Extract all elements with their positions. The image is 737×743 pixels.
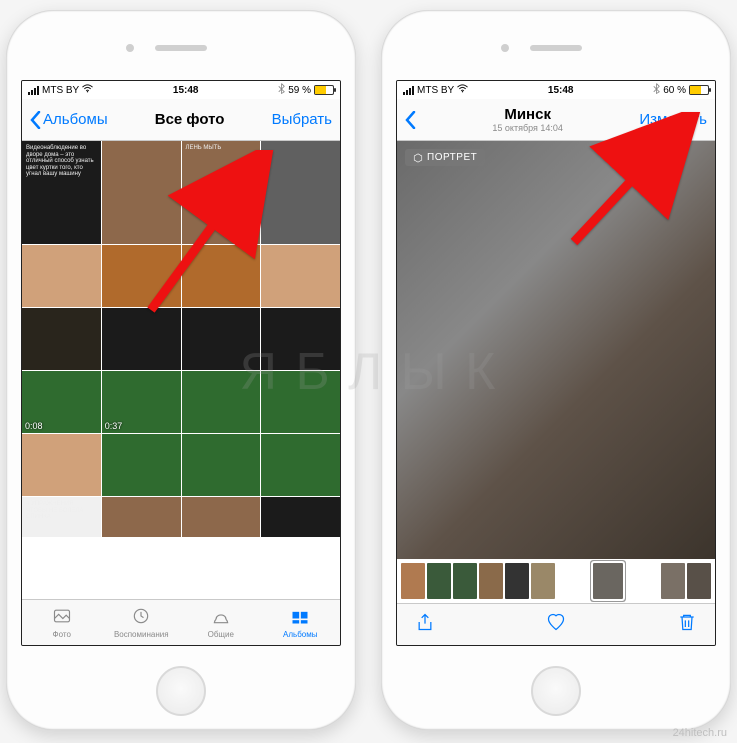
photo-thumbnail[interactable]: Видеонаблюдение во дворе дома – это отли… (22, 141, 101, 244)
select-button[interactable]: Выбрать (272, 111, 332, 128)
photo-thumbnail[interactable]: 4 УПРАЖНЕНИЯ, ЧТОБЫ НЕ БОЛЕЛА СПИНКА (22, 497, 101, 537)
shared-icon (211, 606, 231, 628)
tab-label: Воспоминания (114, 630, 169, 639)
signal-icon (403, 86, 414, 95)
battery-pct: 59 % (288, 85, 311, 96)
favorite-button[interactable] (546, 612, 566, 637)
memories-icon (131, 606, 151, 628)
screen-grid: MTS BY 15:48 59 % Альбомы Все фото (21, 80, 341, 646)
tab-photos[interactable]: Фото (22, 600, 102, 645)
speaker (155, 45, 207, 51)
bluetooth-icon (653, 83, 660, 97)
home-button[interactable] (531, 666, 581, 716)
status-bar: MTS BY 15:48 59 % (22, 81, 340, 99)
front-camera (501, 44, 509, 52)
tab-label: Общие (208, 630, 234, 639)
share-button[interactable] (415, 612, 435, 637)
photo-thumbnail[interactable] (261, 434, 340, 496)
video-duration: 0:08 (25, 421, 43, 431)
photo-thumbnail[interactable] (102, 308, 181, 370)
battery-icon (314, 85, 334, 95)
photo-thumbnail[interactable] (22, 434, 101, 496)
filmstrip-thumb[interactable] (531, 563, 555, 599)
nav-bar: Альбомы Все фото Выбрать (22, 99, 340, 141)
filmstrip-thumb[interactable] (401, 563, 425, 599)
photo-thumbnail[interactable] (261, 308, 340, 370)
edit-label: Изменить (639, 111, 707, 128)
video-duration: 0:37 (105, 421, 123, 431)
phone-left: MTS BY 15:48 59 % Альбомы Все фото (6, 10, 356, 730)
photo-thumbnail[interactable]: ЛЕНЬ МЫТЬ (182, 141, 261, 244)
tab-bar: Фото Воспоминания Общие Альбомы (22, 599, 340, 645)
clock: 15:48 (173, 85, 199, 96)
photo-thumbnail[interactable] (261, 141, 340, 244)
photo-thumbnail[interactable] (102, 497, 181, 537)
filmstrip[interactable] (397, 559, 715, 603)
back-button[interactable] (405, 111, 416, 129)
back-label: Альбомы (43, 111, 108, 128)
photo-thumbnail[interactable] (22, 245, 101, 307)
photo-viewer[interactable]: ПОРТРЕТ (397, 141, 715, 559)
battery-icon (689, 85, 709, 95)
front-camera (126, 44, 134, 52)
tab-label: Альбомы (283, 630, 317, 639)
edit-button[interactable]: Изменить (639, 111, 707, 128)
battery-pct: 60 % (663, 85, 686, 96)
photo-thumbnail[interactable] (261, 245, 340, 307)
photo-thumbnail[interactable] (182, 308, 261, 370)
carrier-label: MTS BY (42, 85, 79, 96)
photo-thumbnail[interactable]: 0:37 (102, 371, 181, 433)
thumbnail-text: Видеонаблюдение во дворе дома – это отли… (22, 141, 101, 182)
nav-bar: Минск 15 октября 14:04 Изменить (397, 99, 715, 141)
phone-right: MTS BY 15:48 60 % Минск 15 октября 14:04 (381, 10, 731, 730)
filmstrip-thumb[interactable] (687, 563, 711, 599)
portrait-badge: ПОРТРЕТ (405, 149, 485, 166)
photo-thumbnail[interactable] (102, 245, 181, 307)
wifi-icon (82, 84, 93, 96)
signal-icon (28, 86, 39, 95)
nav-title: Минск (416, 106, 639, 123)
photos-icon (52, 606, 72, 628)
photo-thumbnail[interactable] (182, 245, 261, 307)
photo-thumbnail[interactable] (182, 434, 261, 496)
photo-thumbnail[interactable] (102, 141, 181, 244)
home-button[interactable] (156, 666, 206, 716)
wifi-icon (457, 84, 468, 96)
photo-thumbnail[interactable] (102, 434, 181, 496)
credit-label: 24hitech.ru (673, 727, 727, 739)
select-label: Выбрать (272, 111, 332, 128)
photo-thumbnail[interactable]: 0:08 (22, 371, 101, 433)
tab-memories[interactable]: Воспоминания (102, 600, 182, 645)
photo-grid[interactable]: Видеонаблюдение во дворе дома – это отли… (22, 141, 340, 599)
speaker (530, 45, 582, 51)
carrier-label: MTS BY (417, 85, 454, 96)
bluetooth-icon (278, 83, 285, 97)
thumbnail-text: 4 УПРАЖНЕНИЯ, ЧТОБЫ НЕ БОЛЕЛА СПИНКА (22, 497, 101, 525)
photo-thumbnail[interactable] (261, 497, 340, 537)
photo-thumbnail[interactable] (182, 371, 261, 433)
filmstrip-thumb[interactable] (505, 563, 529, 599)
delete-button[interactable] (677, 612, 697, 637)
status-bar: MTS BY 15:48 60 % (397, 81, 715, 99)
back-button[interactable]: Альбомы (30, 111, 108, 129)
photo-thumbnail[interactable] (182, 497, 261, 537)
albums-icon (290, 606, 310, 628)
filmstrip-thumb[interactable] (453, 563, 477, 599)
nav-title: Все фото (108, 111, 272, 128)
photo-thumbnail[interactable] (261, 371, 340, 433)
photo-toolbar (397, 603, 715, 645)
badge-label: ПОРТРЕТ (427, 152, 477, 163)
nav-subtitle: 15 октября 14:04 (416, 123, 639, 133)
thumbnail-text: ЛЕНЬ МЫТЬ (182, 141, 261, 156)
photo-thumbnail[interactable] (22, 308, 101, 370)
tab-shared[interactable]: Общие (181, 600, 261, 645)
filmstrip-thumb-selected[interactable] (593, 563, 623, 599)
filmstrip-thumb[interactable] (661, 563, 685, 599)
screen-detail: MTS BY 15:48 60 % Минск 15 октября 14:04 (396, 80, 716, 646)
tab-label: Фото (53, 630, 71, 639)
clock: 15:48 (548, 85, 574, 96)
tab-albums[interactable]: Альбомы (261, 600, 341, 645)
filmstrip-thumb[interactable] (427, 563, 451, 599)
filmstrip-thumb[interactable] (479, 563, 503, 599)
